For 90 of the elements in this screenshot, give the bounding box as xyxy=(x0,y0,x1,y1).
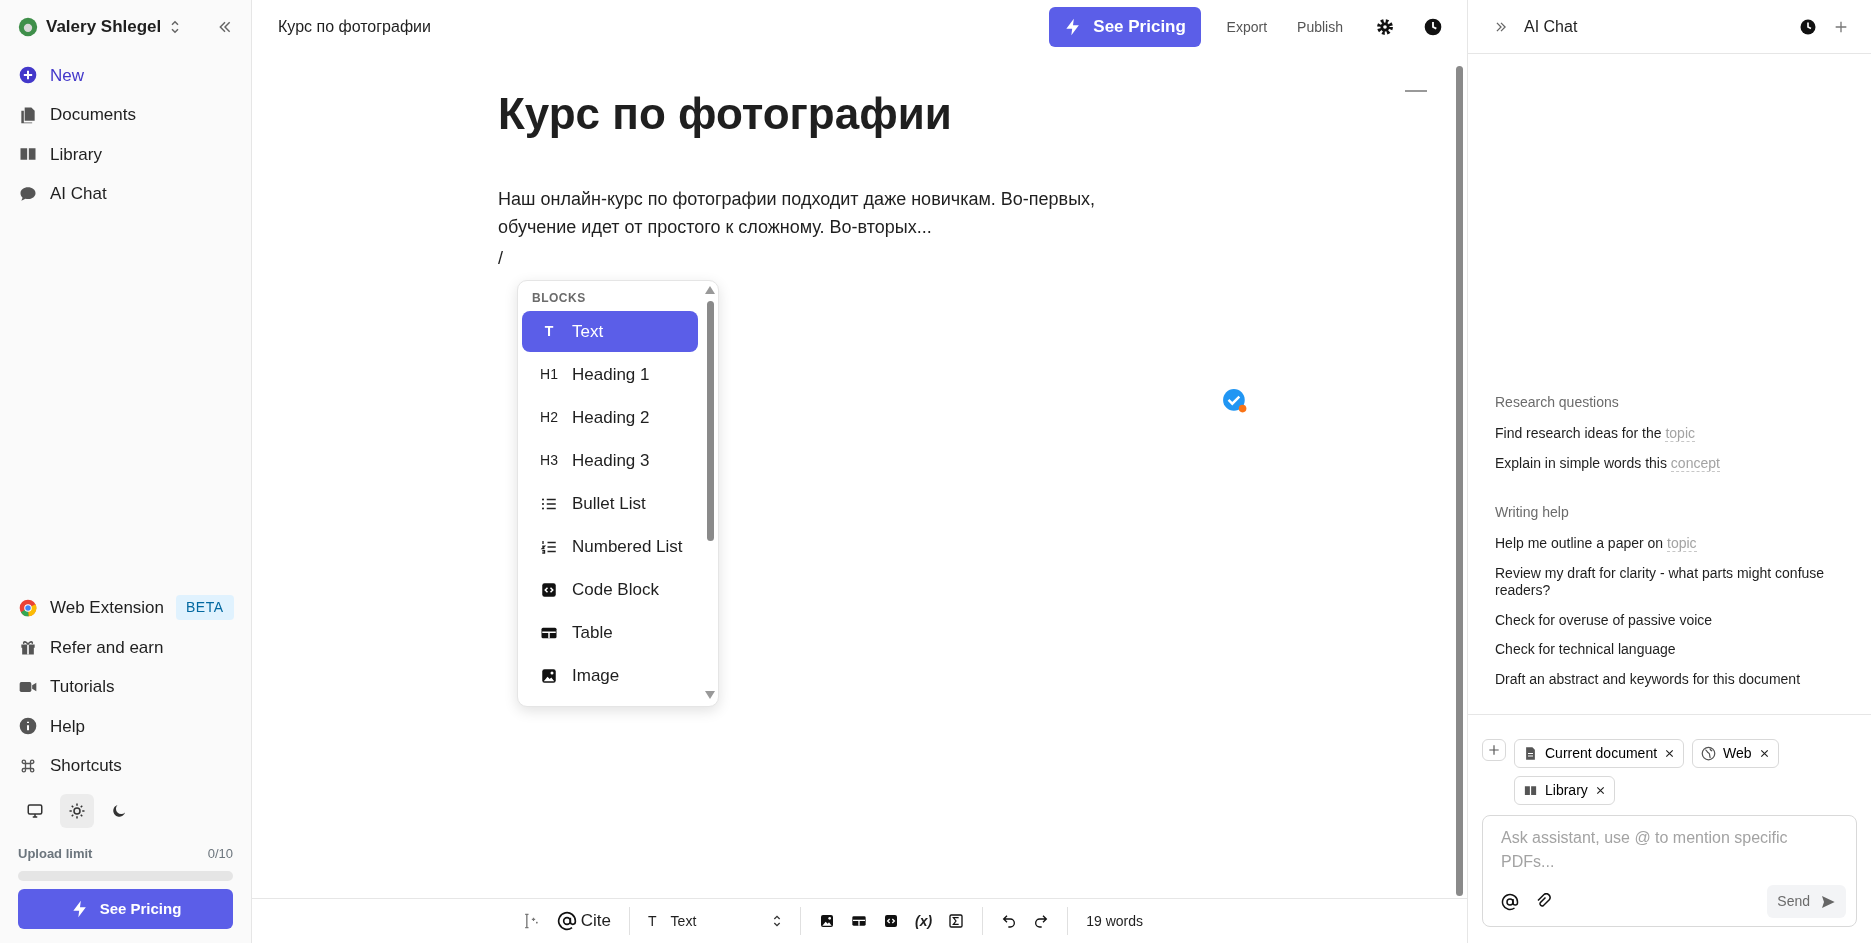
close-icon xyxy=(1664,748,1676,759)
image-icon xyxy=(819,913,836,929)
send-button[interactable]: Send xyxy=(1767,885,1846,918)
undo-icon xyxy=(1001,913,1018,929)
info-icon xyxy=(18,716,38,737)
menu-item[interactable]: H2 Heading 2 xyxy=(522,397,698,438)
code-icon xyxy=(540,580,558,599)
document-icon xyxy=(1523,746,1538,761)
pricing-button[interactable]: See Pricing xyxy=(1048,7,1201,47)
pricing-button[interactable]: See Pricing xyxy=(18,889,233,929)
user-name[interactable]: Valery Shlegel xyxy=(46,14,162,40)
at-sign-icon[interactable] xyxy=(1501,892,1519,911)
plus-circle-icon xyxy=(18,65,38,86)
source-chip[interactable]: Current document xyxy=(1514,739,1685,768)
globe-icon xyxy=(1701,746,1717,761)
menu-item[interactable]: Table xyxy=(522,612,698,653)
sidebar-item[interactable]: Help xyxy=(18,706,233,746)
sun-icon xyxy=(68,801,86,820)
close-icon xyxy=(1594,785,1606,796)
sidebar-item[interactable]: Shortcuts xyxy=(18,746,233,786)
browser-logo-icon xyxy=(18,597,38,618)
menu-item[interactable]: Image xyxy=(522,655,698,696)
source-chip[interactable]: Library xyxy=(1514,776,1615,805)
sidebar-item[interactable]: Web Extension BETA xyxy=(18,588,233,628)
plus-icon xyxy=(1487,743,1501,757)
chat-input[interactable]: Ask assistant, use @ to mention specific PDFs... Send xyxy=(1482,815,1857,927)
menu-item[interactable]: H1 Heading 1 xyxy=(522,354,698,395)
theme-button[interactable] xyxy=(60,793,94,828)
prompt-suggestion[interactable]: Review my draft for clarity - what parts might confuse readers? xyxy=(1495,558,1841,606)
at-sign-icon xyxy=(556,911,577,931)
document-heading: Курс по фотографии xyxy=(498,88,952,140)
book-icon xyxy=(1523,783,1538,798)
word-count: 19 words xyxy=(1086,911,1144,931)
block-type-select[interactable]: T Text xyxy=(640,906,791,936)
sigma-icon xyxy=(948,913,965,929)
slash-command: / xyxy=(498,246,503,270)
block-glyph: T xyxy=(543,322,555,341)
redo-icon xyxy=(1033,913,1050,929)
prompt-suggestion[interactable]: Help me outline a paper on topic xyxy=(1495,529,1841,559)
insert-variable-button[interactable]: (x) xyxy=(907,906,941,936)
scroll-down-icon xyxy=(704,690,716,700)
upload-limit-label: Upload limit xyxy=(18,844,93,863)
menu-item[interactable]: H3 Heading 3 xyxy=(522,440,698,481)
prompt-suggestion[interactable]: Draft an abstract and keywords for this document xyxy=(1495,664,1841,694)
paragraph: Наш онлайн-курс по фотографии подходит даже новичкам. Во-первых, обучение идет от простого к сложному. Во-вторых... xyxy=(498,187,1097,239)
add-source-button[interactable] xyxy=(1482,739,1506,761)
menu-item[interactable]: Numbered List xyxy=(522,526,698,567)
chevron-up-down-icon xyxy=(772,913,783,929)
section-title: Research questions xyxy=(1495,393,1620,412)
avatar-icon xyxy=(18,16,38,37)
block-glyph: H2 xyxy=(540,408,558,427)
cite-button[interactable]: Cite xyxy=(548,904,620,938)
chat-title: AI Chat xyxy=(1524,16,1579,37)
upload-count: 0/10 xyxy=(207,844,233,863)
block-glyph: H1 xyxy=(540,365,558,384)
scrollbar-thumb[interactable] xyxy=(1456,66,1463,896)
settings-icon[interactable] xyxy=(1375,17,1395,37)
scrollbar-thumb[interactable] xyxy=(707,301,714,541)
scroll-up-icon xyxy=(704,285,716,295)
code-icon xyxy=(883,913,900,929)
source-chip[interactable]: Web xyxy=(1692,739,1779,768)
expand-panel-icon[interactable] xyxy=(1494,19,1508,34)
section-title: Writing help xyxy=(1495,503,1570,522)
check-badge-icon xyxy=(1222,388,1248,414)
document-title: Курс по фотографии xyxy=(278,17,431,37)
beta-badge: BETA xyxy=(176,595,234,621)
sidebar-item[interactable]: New xyxy=(18,55,233,95)
prompt-suggestion[interactable]: Explain in simple words this concept xyxy=(1495,448,1841,478)
close-icon xyxy=(1758,748,1770,759)
menu-item[interactable]: Bullet List xyxy=(522,483,698,524)
block-glyph: H3 xyxy=(540,451,558,470)
prompt-suggestion[interactable]: Check for technical language xyxy=(1495,635,1841,665)
sidebar-item[interactable]: Library xyxy=(18,134,233,174)
prompt-suggestion[interactable]: Check for overuse of passive voice xyxy=(1495,605,1841,635)
menu-item[interactable]: Code Block xyxy=(522,569,698,610)
sidebar-item[interactable]: Tutorials xyxy=(18,667,233,707)
sidebar-item[interactable]: Documents xyxy=(18,95,233,135)
history-icon[interactable] xyxy=(1423,17,1443,37)
send-icon xyxy=(1820,893,1836,910)
menu-heading: BLOCKS xyxy=(531,290,587,307)
sidebar-item[interactable]: Refer and earn xyxy=(18,627,233,667)
monitor-icon xyxy=(26,801,44,820)
sidebar-item[interactable]: AI Chat xyxy=(18,174,233,214)
table-icon xyxy=(851,913,868,929)
topbar-action[interactable]: Publish xyxy=(1289,12,1351,42)
topbar-action[interactable]: Export xyxy=(1218,12,1276,42)
history-icon[interactable] xyxy=(1799,17,1817,36)
menu-item[interactable]: T Text xyxy=(522,311,698,352)
prompt-suggestion[interactable]: Find research ideas for the topic xyxy=(1495,419,1841,449)
image-icon xyxy=(540,666,558,685)
